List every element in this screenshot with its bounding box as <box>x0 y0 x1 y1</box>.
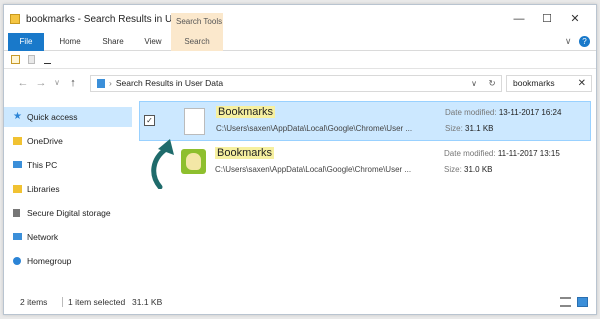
properties-icon[interactable] <box>11 55 20 64</box>
status-bar: 2 items 1 item selected 31.1 KB <box>4 290 596 314</box>
new-folder-icon[interactable] <box>28 55 35 64</box>
sidebar-item-label: Homegroup <box>27 256 72 266</box>
sidebar-item-label: Network <box>27 232 59 242</box>
selection-size: 31.1 KB <box>132 297 163 307</box>
back-button[interactable]: ← <box>16 75 30 91</box>
drive-icon <box>13 209 20 217</box>
date-modified: Date modified: 11-11-2017 13:15 <box>444 149 560 158</box>
network-icon <box>13 233 22 240</box>
navigation-pane: ★ Quick access OneDrive This PC Librarie… <box>4 97 132 290</box>
list-item[interactable]: Bookmarks C:\Users\saxen\AppData\Local\G… <box>139 143 591 183</box>
date-modified-value: 13-11-2017 16:24 <box>498 108 562 117</box>
file-icon <box>184 108 205 135</box>
sidebar-item-secure-digital-storage[interactable]: Secure Digital storage <box>4 203 132 223</box>
tab-share[interactable]: Share <box>96 33 130 51</box>
star-icon: ★ <box>13 111 22 122</box>
address-dropdown-icon[interactable]: ∨ <box>468 76 480 91</box>
size-value: 31.0 KB <box>464 165 493 174</box>
clear-search-icon[interactable]: ✕ <box>578 76 586 91</box>
tab-search[interactable]: Search <box>171 33 223 51</box>
sidebar-item-homegroup[interactable]: Homegroup <box>4 251 132 271</box>
tab-file[interactable]: File <box>8 33 44 51</box>
date-modified-label: Date modified: <box>444 149 496 158</box>
folder-icon <box>13 137 22 145</box>
search-query: bookmarks <box>513 78 555 88</box>
sidebar-item-network[interactable]: Network <box>4 227 132 247</box>
selection-count: 1 item selected <box>68 297 126 307</box>
file-size: Size: 31.1 KB <box>445 124 494 133</box>
large-icons-view-icon[interactable] <box>577 297 588 307</box>
size-value: 31.1 KB <box>465 124 494 133</box>
quick-access-toolbar <box>4 51 596 69</box>
close-button[interactable]: ✕ <box>564 11 586 27</box>
expand-ribbon-icon[interactable]: ∨ <box>565 36 572 46</box>
search-results-pane: ✓ Bookmarks C:\Users\saxen\AppData\Local… <box>132 97 596 290</box>
sidebar-item-onedrive[interactable]: OneDrive <box>4 131 132 151</box>
details-view-icon[interactable] <box>560 297 571 307</box>
date-modified-label: Date modified: <box>445 108 497 117</box>
item-count: 2 items <box>20 297 48 307</box>
refresh-icon[interactable]: ↻ <box>486 76 498 91</box>
size-label: Size: <box>445 124 463 133</box>
status-divider <box>62 297 63 307</box>
date-modified: Date modified: 13-11-2017 16:24 <box>445 108 561 117</box>
file-path: C:\Users\saxen\AppData\Local\Google\Chro… <box>215 165 412 174</box>
sidebar-item-label: Quick access <box>27 112 78 122</box>
sidebar-item-label: Libraries <box>27 184 60 194</box>
up-button[interactable]: ↑ <box>66 75 80 91</box>
tab-home[interactable]: Home <box>54 33 86 51</box>
window-title: bookmarks - Search Results in User... <box>26 14 194 25</box>
file-name: Bookmarks <box>215 147 275 159</box>
sidebar-item-label: Secure Digital storage <box>27 208 111 218</box>
ribbon-controls: ∨ ? <box>565 36 590 47</box>
folder-icon <box>13 185 22 193</box>
select-checkbox[interactable]: ✓ <box>144 115 155 126</box>
sidebar-item-libraries[interactable]: Libraries <box>4 179 132 199</box>
size-label: Size: <box>444 165 462 174</box>
search-tools-header: Search Tools <box>171 13 223 33</box>
file-name: Bookmarks <box>216 106 276 118</box>
sidebar-item-quick-access[interactable]: ★ Quick access <box>4 107 132 127</box>
homegroup-icon <box>13 257 21 265</box>
customize-toolbar-icon[interactable] <box>44 59 51 64</box>
maximize-button[interactable]: ☐ <box>536 11 558 27</box>
recent-locations-button[interactable]: ∨ <box>50 75 64 91</box>
minimize-button[interactable]: — <box>508 11 530 27</box>
list-item[interactable]: ✓ Bookmarks C:\Users\saxen\AppData\Local… <box>139 101 591 141</box>
sidebar-item-this-pc[interactable]: This PC <box>4 155 132 175</box>
sidebar-item-label: OneDrive <box>27 136 63 146</box>
tab-view[interactable]: View <box>138 33 168 51</box>
explorer-window: bookmarks - Search Results in User... Se… <box>3 4 597 315</box>
search-input[interactable]: bookmarks ✕ <box>506 75 592 92</box>
address-row: ← → ∨ ↑ › Search Results in User Data ∨ ↻… <box>4 69 596 97</box>
sidebar-item-label: This PC <box>27 160 58 170</box>
date-modified-value: 11-11-2017 13:15 <box>497 149 560 158</box>
ribbon-tabs: File Home Share View Search ∨ ? <box>4 33 596 51</box>
chrome-profile-icon <box>181 149 206 174</box>
help-icon[interactable]: ? <box>579 36 590 47</box>
folder-icon <box>10 14 20 24</box>
file-size: Size: 31.0 KB <box>444 165 493 174</box>
computer-icon <box>13 161 22 168</box>
title-bar: bookmarks - Search Results in User... Se… <box>4 5 596 33</box>
forward-button[interactable]: → <box>34 75 48 91</box>
address-actions: ∨ ↻ <box>90 76 502 91</box>
curved-arrow-icon <box>151 139 174 189</box>
file-path: C:\Users\saxen\AppData\Local\Google\Chro… <box>216 124 413 133</box>
